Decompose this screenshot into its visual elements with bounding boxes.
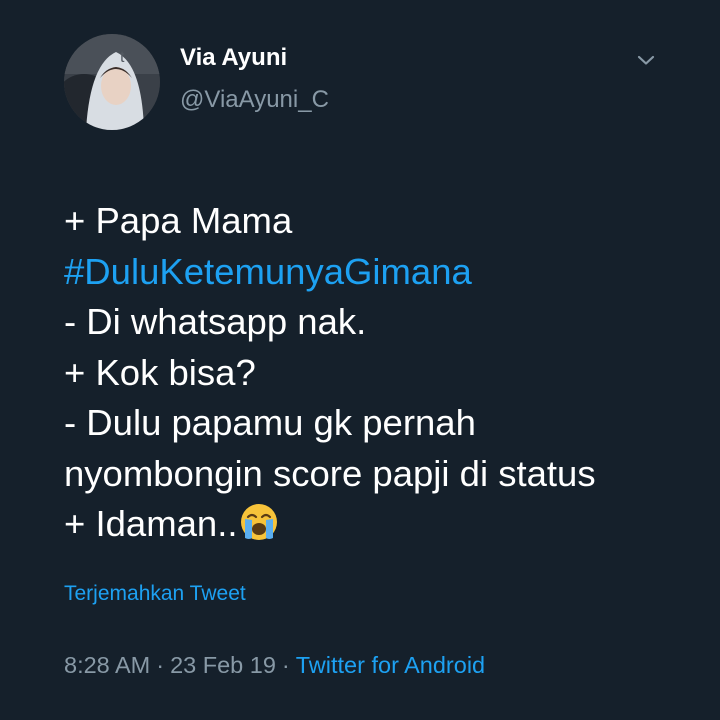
tweet-meta: 8:28 AM · 23 Feb 19 · Twitter for Android [64,652,485,679]
separator: · [156,652,165,678]
tweet-text: + Papa Mama #DuluKetemunyaGimana - Di wh… [64,196,704,550]
tweet-date: 23 Feb 19 [170,652,276,678]
tweet-line: - Di whatsapp nak. [64,301,367,342]
tweet-line: nyombongin score papji di status [64,452,596,494]
tweet-line: - Dulu papamu gk pernah [64,402,476,443]
tweet-line: + Papa Mama [64,200,293,241]
user-handle[interactable]: @ViaAyuni_C [180,86,329,114]
chevron-down-icon[interactable] [634,48,658,72]
translate-tweet-link[interactable]: Terjemahkan Tweet [64,582,246,606]
tweet-line-text: + Idaman.. [64,503,238,544]
svg-text:t: t [120,49,125,66]
tweet-line-last: + Idaman.. [64,499,704,550]
tweet-source-link[interactable]: Twitter for Android [296,652,485,678]
tweet-time: 8:28 AM [64,652,151,678]
tweet-line: + Kok bisa? [64,351,256,393]
avatar-photo-icon: t [64,34,160,130]
separator: · [281,652,290,678]
avatar[interactable]: t [64,34,160,130]
hashtag-link[interactable]: #DuluKetemunyaGimana [64,247,704,298]
tweet-card: t Via Ayuni @ViaAyuni_C + Papa Mama #Dul… [0,0,720,720]
loudly-crying-face-icon [239,502,279,542]
display-name[interactable]: Via Ayuni [180,44,287,72]
